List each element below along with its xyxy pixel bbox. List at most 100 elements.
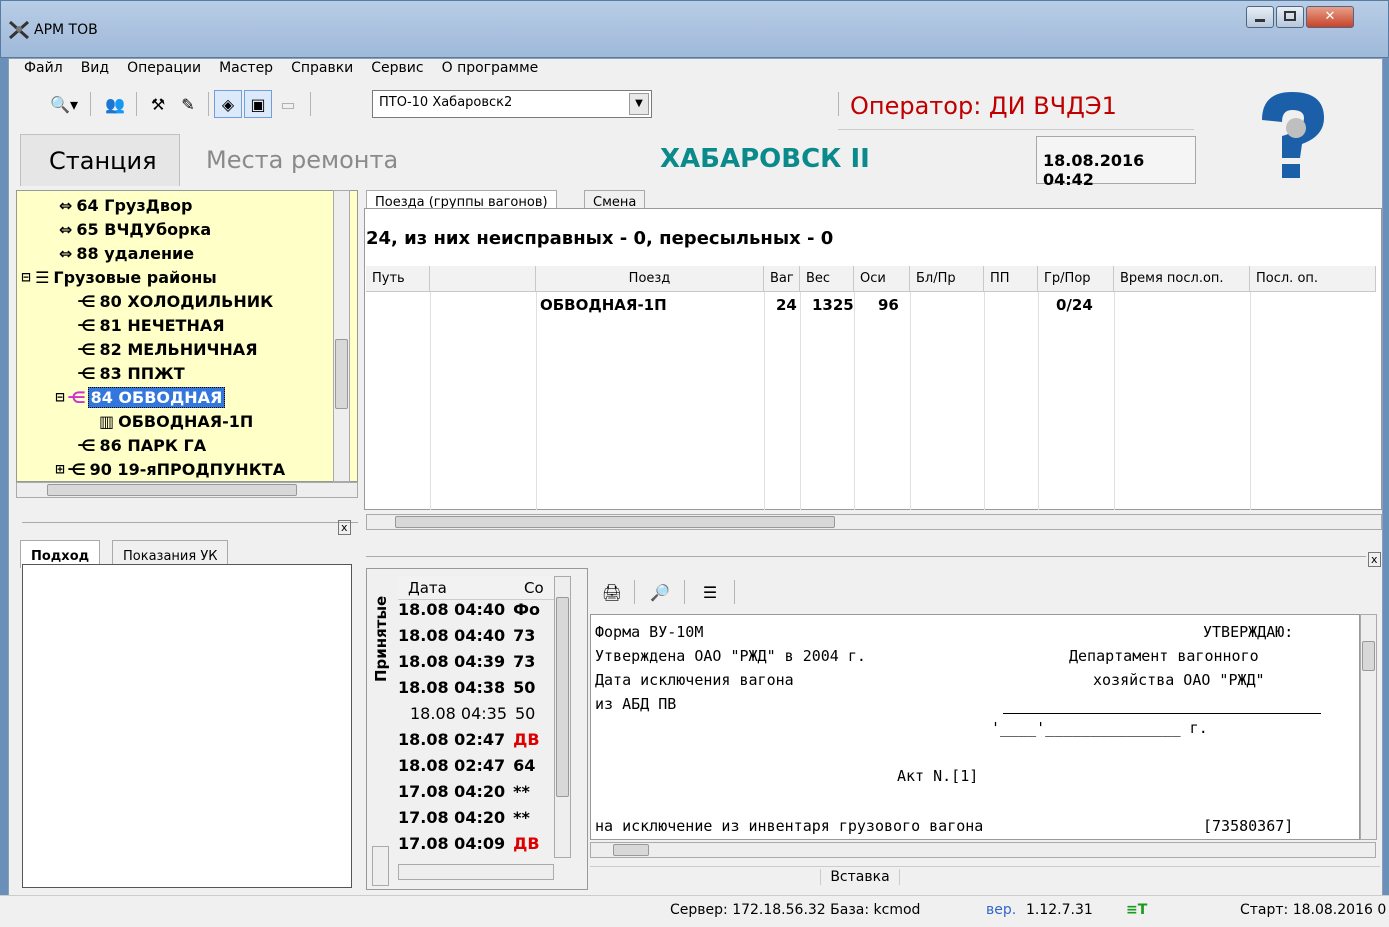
doc-hscrollbar[interactable] [590, 842, 1376, 858]
col-header[interactable]: Бл/Пр [910, 266, 984, 292]
menu-reference[interactable]: Справки [291, 60, 353, 76]
col-code[interactable]: Со [524, 579, 544, 597]
tree-item[interactable]: ⊞ ⋲ 90 19-яПРОДПУНКТА [55, 457, 285, 481]
tab-station[interactable]: Станция [20, 134, 180, 186]
accepted-tab[interactable]: Принятые [372, 578, 396, 704]
menu-master[interactable]: Мастер [219, 60, 273, 76]
list-item[interactable]: 18.08 02:47 64 [398, 756, 568, 782]
list-date: 18.08 02:47 [398, 730, 506, 749]
close-panel-icon[interactable]: x [338, 520, 351, 535]
list-item[interactable]: 17.08 04:20 ** [398, 808, 568, 834]
zoom-icon[interactable]: 🔎 [644, 578, 676, 606]
list-item[interactable]: 18.08 02:47 ДВ [398, 730, 568, 756]
col-header[interactable]: ПП [984, 266, 1038, 292]
list-item[interactable]: 17.08 04:20 ** [398, 782, 568, 808]
collapse-icon[interactable]: ⊟ [55, 390, 65, 404]
tree-item[interactable]: ⇔ 88 удаление [59, 241, 194, 265]
col-header[interactable]: Посл. оп. [1250, 266, 1376, 292]
title-bar[interactable] [0, 0, 1389, 58]
doc-line: УТВЕРЖДАЮ: [1203, 623, 1294, 641]
tree-item[interactable]: ▥ ОБВОДНАЯ-1П [99, 409, 253, 433]
col-header[interactable]: Ваг [764, 266, 800, 292]
col-header[interactable]: Поезд [536, 266, 764, 292]
tree-item[interactable]: ⋲ 81 НЕЧЕТНАЯ [77, 313, 225, 337]
scroll-thumb[interactable] [1362, 641, 1375, 671]
chevron-down-icon[interactable]: ▼ [629, 93, 649, 115]
binoculars-icon[interactable]: 🔍▾ [44, 90, 84, 118]
list-item[interactable]: 18.08 04:40 73 [398, 626, 568, 652]
col-header[interactable]: Время посл.оп. [1114, 266, 1250, 292]
tree-item[interactable]: ⋲ 80 ХОЛОДИЛЬНИК [77, 289, 273, 313]
list-item[interactable]: 17.08 04:09 ДВ [398, 834, 568, 860]
tree-item[interactable]: ⊟ ☰ Грузовые районы [21, 265, 217, 289]
list-item[interactable]: 18.08 04:39 73 [398, 652, 568, 678]
list-vscrollbar[interactable] [554, 576, 571, 858]
help-icon[interactable] [1240, 82, 1340, 182]
menu-about[interactable]: О программе [442, 60, 539, 76]
tree-vscrollbar[interactable] [333, 190, 350, 482]
tree-item[interactable]: ⇔ 65 ВЧДУборка [59, 217, 211, 241]
menu-view[interactable]: Вид [81, 60, 109, 76]
list-code: 50 [513, 678, 536, 697]
col-header[interactable]: Вес [800, 266, 854, 292]
scroll-thumb[interactable] [556, 597, 569, 797]
print-icon[interactable]: 🖨 [596, 578, 628, 606]
close-button[interactable]: ✕ [1306, 6, 1354, 28]
side-vscrollbar[interactable] [372, 846, 389, 886]
list-date: 18.08 04:40 [398, 600, 506, 619]
maximize-button[interactable] [1276, 6, 1304, 28]
cell-gr: 0/24 [1056, 296, 1093, 314]
tree-item[interactable]: ⋲ 82 МЕЛЬНИЧНАЯ [77, 337, 258, 361]
list-item[interactable]: 18.08 04:40 Фо [398, 600, 568, 626]
train-icon: ▥ [99, 411, 115, 431]
minimize-button[interactable] [1246, 6, 1274, 28]
station-tree[interactable]: ⇔ 64 ГрузДвор ⇔ 65 ВЧДУборка ⇔ 88 удаление … [16, 190, 358, 482]
tree-item-selected[interactable]: ⊟ ⋲ 84 ОБВОДНАЯ [55, 385, 226, 409]
layers-icon[interactable]: ◈ [214, 90, 242, 118]
start-time: Старт: 18.08.2016 0 [1240, 902, 1387, 918]
list-date: 17.08 04:20 [398, 782, 506, 801]
expand-icon[interactable]: ⊞ [55, 462, 65, 476]
scroll-thumb[interactable] [335, 339, 348, 409]
act-document[interactable]: Форма ВУ-10М УТВЕРЖДАЮ: Утверждена ОАО "… [590, 614, 1360, 840]
tree-item[interactable]: ⋲ 86 ПАРК ГА [77, 433, 206, 457]
users-icon[interactable]: 👥 [100, 90, 130, 118]
track-icon: ⇔ [59, 195, 73, 215]
list-item[interactable]: 18.08 04:38 50 [398, 678, 568, 704]
depot-select[interactable]: ПТО-10 Хабаровск2 ▼ [372, 90, 652, 118]
panel-icon[interactable]: ▭ [274, 90, 302, 118]
scroll-thumb[interactable] [47, 484, 297, 496]
col-header[interactable] [430, 266, 536, 292]
menu-service[interactable]: Сервис [371, 60, 423, 76]
scroll-thumb[interactable] [613, 844, 649, 856]
tree-item[interactable]: ⇔ 64 ГрузДвор [59, 193, 192, 217]
menu-file[interactable]: Файл [24, 60, 63, 76]
col-date[interactable]: Дата [408, 579, 447, 597]
hammer-icon[interactable]: ⚒ [144, 90, 172, 118]
list-hscrollbar[interactable] [398, 864, 554, 880]
list-item[interactable]: 18.08 04:35 50 [398, 704, 568, 730]
cell-axles: 96 [878, 296, 899, 314]
col-header[interactable]: Путь [366, 266, 430, 292]
list-date: 17.08 04:09 [398, 834, 506, 853]
scroll-thumb[interactable] [395, 516, 835, 528]
list-date: 17.08 04:20 [398, 808, 506, 827]
grid-hscrollbar[interactable] [366, 514, 1382, 530]
tab-repair-places[interactable]: Места ремонта [206, 146, 466, 174]
col-header[interactable]: Гр/Пор [1038, 266, 1114, 292]
list-header[interactable]: Дата Со [398, 576, 554, 600]
app-icon [8, 18, 30, 40]
cell-train: ОБВОДНАЯ-1П [540, 296, 667, 314]
col-header[interactable]: Оси [854, 266, 910, 292]
align-icon[interactable]: ☰ [694, 578, 726, 606]
doc-line: Форма ВУ-10М [595, 623, 704, 641]
close-panel-icon[interactable]: x [1368, 552, 1381, 567]
pen-icon[interactable]: ✎ [174, 90, 202, 118]
note-icon[interactable]: ▣ [244, 90, 272, 118]
tree-item[interactable]: ⋲ 83 ППЖТ [77, 361, 185, 385]
region-icon: ☰ [35, 267, 50, 287]
collapse-icon[interactable]: ⊟ [21, 270, 31, 284]
doc-vscrollbar[interactable] [1360, 614, 1377, 840]
tree-hscrollbar[interactable] [16, 482, 358, 498]
menu-operations[interactable]: Операции [127, 60, 201, 76]
